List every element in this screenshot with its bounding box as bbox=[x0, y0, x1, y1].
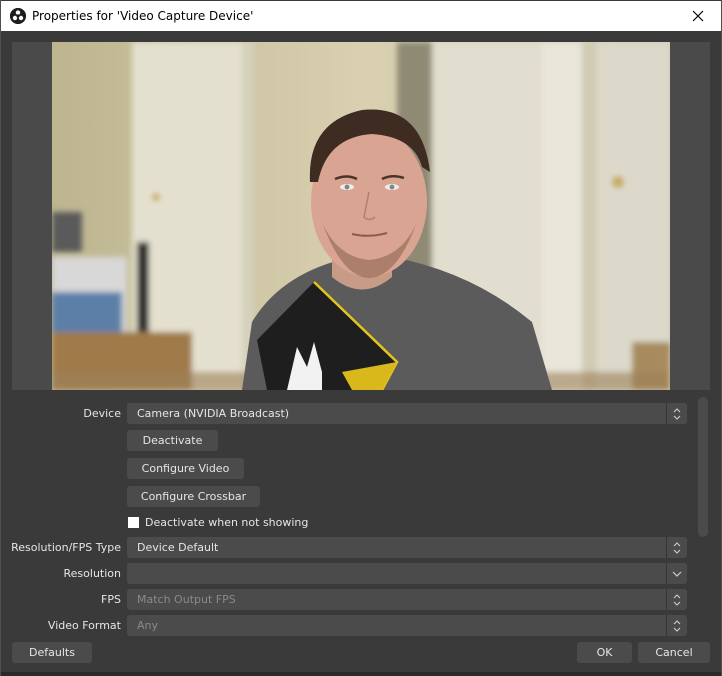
webcam-frame bbox=[52, 42, 670, 390]
video-format-value: Any bbox=[137, 619, 159, 632]
resolution-label: Resolution bbox=[63, 567, 121, 580]
updown-chevron-icon bbox=[666, 403, 687, 424]
updown-chevron-icon bbox=[666, 589, 687, 610]
resolution-combobox[interactable] bbox=[127, 563, 687, 584]
updown-chevron-icon bbox=[666, 537, 687, 558]
device-value: Camera (NVIDIA Broadcast) bbox=[137, 407, 290, 420]
updown-chevron-icon bbox=[666, 615, 687, 636]
obs-logo-icon bbox=[10, 8, 26, 24]
close-button[interactable] bbox=[675, 1, 721, 31]
video-format-label: Video Format bbox=[47, 619, 121, 632]
fps-select[interactable]: Match Output FPS bbox=[127, 589, 687, 610]
deactivate-when-not-showing-checkbox[interactable] bbox=[128, 517, 139, 528]
fps-label: FPS bbox=[101, 593, 121, 606]
video-format-select[interactable]: Any bbox=[127, 615, 687, 636]
device-label: Device bbox=[83, 407, 121, 420]
cancel-button[interactable]: Cancel bbox=[638, 642, 710, 663]
resolution-fps-type-select[interactable]: Device Default bbox=[127, 537, 687, 558]
defaults-button[interactable]: Defaults bbox=[12, 642, 92, 663]
title-bar[interactable]: Properties for 'Video Capture Device' bbox=[1, 1, 721, 31]
window-title: Properties for 'Video Capture Device' bbox=[32, 9, 254, 23]
deactivate-button[interactable]: Deactivate bbox=[127, 430, 218, 451]
fps-value: Match Output FPS bbox=[137, 593, 236, 606]
configure-crossbar-button[interactable]: Configure Crossbar bbox=[127, 486, 260, 507]
window-border-left bbox=[0, 0, 1, 676]
chevron-down-icon[interactable] bbox=[666, 563, 687, 584]
deactivate-when-not-showing-label[interactable]: Deactivate when not showing bbox=[145, 516, 308, 529]
ok-button[interactable]: OK bbox=[577, 642, 632, 663]
bottom-edge bbox=[1, 672, 721, 676]
close-icon bbox=[692, 10, 704, 22]
device-select[interactable]: Camera (NVIDIA Broadcast) bbox=[127, 403, 687, 424]
properties-scrollbar[interactable] bbox=[698, 397, 708, 537]
resolution-fps-type-value: Device Default bbox=[137, 541, 219, 554]
configure-video-button[interactable]: Configure Video bbox=[127, 458, 244, 479]
video-preview bbox=[52, 42, 670, 390]
resolution-fps-type-label: Resolution/FPS Type bbox=[11, 541, 121, 554]
